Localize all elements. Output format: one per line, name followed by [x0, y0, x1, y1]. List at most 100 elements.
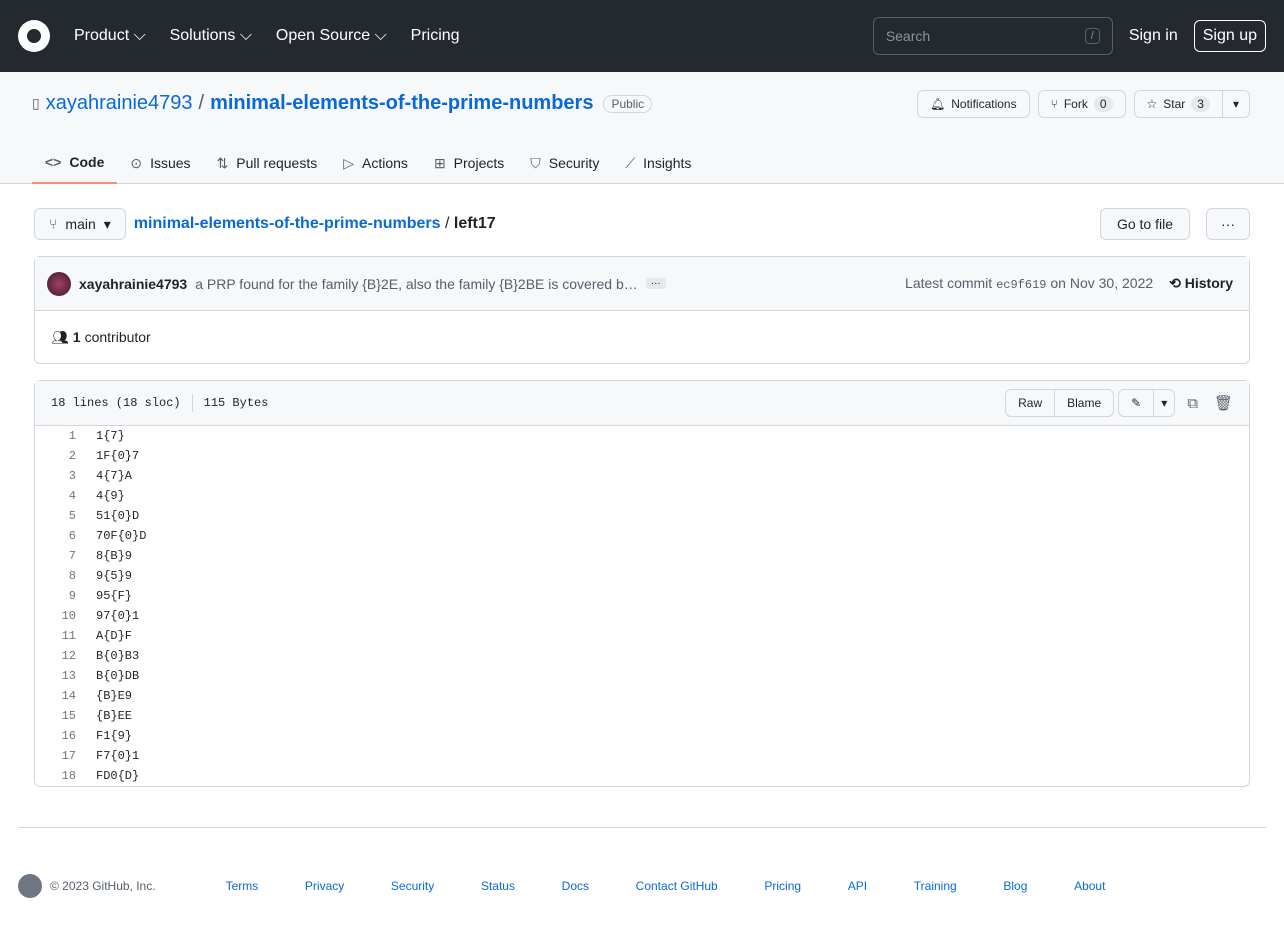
line-number[interactable]: 11 — [35, 629, 76, 643]
avatar[interactable] — [47, 271, 71, 296]
tab-security[interactable]: ⛉ Security — [517, 142, 612, 184]
github-logo-icon[interactable] — [18, 20, 50, 52]
divider — [191, 394, 193, 412]
blame-button[interactable]: Blame — [1055, 389, 1115, 417]
nav-pricing[interactable]: Pricing — [411, 27, 460, 44]
line-content: F1{9} — [96, 729, 133, 743]
tab-code[interactable]: <> Code — [32, 142, 118, 184]
line-number[interactable]: 4 — [35, 489, 76, 503]
star-dropdown-icon[interactable]: ▾ — [1221, 91, 1249, 117]
history-link[interactable]: ⟲ History — [1169, 275, 1233, 292]
line-content: 70F{0}D — [96, 529, 147, 543]
code-line: 8 9{5}9 — [35, 566, 1249, 586]
footer-link[interactable]: Pricing — [764, 879, 801, 893]
nav-open-source[interactable]: Open Source ⌵ — [276, 27, 387, 44]
nav-solutions[interactable]: Solutions ⌵ — [170, 27, 252, 44]
edit-pencil-icon[interactable]: ✎ — [1118, 389, 1155, 417]
code-line: 3 4{7}A — [35, 466, 1249, 486]
bell-icon: 🔔︎ — [930, 97, 946, 111]
go-to-file-button[interactable]: Go to file — [1099, 208, 1190, 240]
code-line: 9 95{F} — [35, 586, 1249, 606]
line-number[interactable]: 3 — [35, 469, 76, 483]
code-line: 15 {B}EE — [35, 706, 1249, 726]
owner-link[interactable]: xayahrainie4793 — [46, 92, 193, 115]
line-number[interactable]: 16 — [35, 729, 76, 743]
footer-link[interactable]: Blog — [1003, 879, 1027, 893]
commit-message[interactable]: a PRP found for the family {B}2E, also t… — [195, 276, 638, 292]
nav-product[interactable]: Product ⌵ — [74, 27, 146, 44]
sign-in-link[interactable]: Sign in — [1129, 27, 1178, 45]
repo-header: ▯ xayahrainie4793/ minimal-elements-of-t… — [0, 72, 1284, 184]
expand-message-button[interactable]: ··· — [645, 278, 666, 289]
more-options-button[interactable]: ··· — [1206, 208, 1250, 240]
line-content: 9{5}9 — [96, 569, 133, 583]
footer-link[interactable]: Privacy — [305, 879, 344, 893]
breadcrumb-repo-link[interactable]: minimal-elements-of-the-prime-numbers — [134, 215, 441, 232]
line-content: 4{7}A — [96, 469, 133, 483]
line-number[interactable]: 1 — [35, 429, 76, 443]
line-number[interactable]: 2 — [35, 449, 76, 463]
tab-actions[interactable]: ▷ Actions — [330, 142, 421, 184]
footer-link[interactable]: Docs — [562, 879, 589, 893]
search-placeholder: Search — [885, 28, 931, 44]
branch-selector[interactable]: ⑂ main ▾ — [34, 208, 126, 240]
trash-icon[interactable]: 🗑︎ — [1214, 394, 1233, 412]
line-number[interactable]: 5 — [35, 509, 76, 523]
sign-up-button[interactable]: Sign up — [1193, 20, 1266, 52]
footer-link[interactable]: About — [1074, 879, 1105, 893]
line-content: 95{F} — [96, 589, 133, 603]
line-number[interactable]: 6 — [35, 529, 76, 543]
line-number[interactable]: 8 — [35, 569, 76, 583]
footer-link[interactable]: Terms — [226, 879, 259, 893]
footer-link[interactable]: Security — [391, 879, 434, 893]
line-number[interactable]: 7 — [35, 549, 76, 563]
notifications-button[interactable]: 🔔︎ Notifications — [917, 90, 1030, 118]
code-line: 17 F7{0}1 — [35, 746, 1249, 766]
fork-button[interactable]: ⑂ Fork 0 — [1037, 90, 1126, 118]
tab-projects[interactable]: ⊞ Projects — [421, 142, 517, 184]
line-number[interactable]: 17 — [35, 749, 76, 763]
history-icon: ⟲ — [1169, 275, 1181, 291]
tab-insights[interactable]: ⟋ Insights — [612, 142, 704, 184]
footer-link[interactable]: API — [848, 879, 867, 893]
copy-icon[interactable]: ⧉ — [1187, 395, 1198, 412]
contributors[interactable]: 👥︎ 1 contributor — [35, 311, 1249, 363]
tab-label: Insights — [643, 155, 692, 171]
line-count: 18 lines (18 sloc) — [51, 396, 181, 410]
branch-name: main — [65, 216, 96, 232]
tab-label: Code — [69, 154, 105, 170]
edit-dropdown-icon[interactable]: ▾ — [1154, 389, 1176, 417]
line-number[interactable]: 15 — [35, 709, 76, 723]
commit-sha[interactable]: ec9f619 — [996, 278, 1046, 292]
line-number[interactable]: 9 — [35, 589, 76, 603]
star-button[interactable]: ☆ Star 3 ▾ — [1133, 90, 1250, 118]
footer-link[interactable]: Training — [914, 879, 957, 893]
line-number[interactable]: 13 — [35, 669, 76, 683]
code-icon: <> — [45, 154, 62, 170]
footer-link[interactable]: Status — [481, 879, 515, 893]
shield-icon: ⛉ — [530, 154, 541, 171]
line-number[interactable]: 14 — [35, 689, 76, 703]
tab-issues[interactable]: ⊙ Issues — [117, 142, 203, 184]
issue-icon: ⊙ — [130, 154, 143, 171]
tab-pull-requests[interactable]: ⇅ Pull requests — [204, 142, 331, 184]
footer-link[interactable]: Contact GitHub — [636, 879, 718, 893]
play-icon: ▷ — [343, 154, 355, 171]
commit-author[interactable]: xayahrainie4793 — [79, 276, 187, 292]
tab-label: Pull requests — [236, 155, 318, 171]
line-content: B{0}DB — [96, 669, 140, 683]
line-number[interactable]: 12 — [35, 649, 76, 663]
github-footer-logo-icon[interactable] — [18, 874, 42, 898]
nav-label: Solutions — [169, 27, 236, 44]
raw-button[interactable]: Raw — [1005, 389, 1056, 417]
repo-name-link[interactable]: minimal-elements-of-the-prime-numbers — [210, 92, 593, 115]
line-number[interactable]: 18 — [35, 769, 76, 783]
separator: / — [444, 215, 450, 232]
line-number[interactable]: 10 — [35, 609, 76, 623]
code-line: 11 A{D}F — [35, 626, 1249, 646]
top-nav: Product ⌵ Solutions ⌵ Open Source ⌵ Pric… — [74, 27, 480, 45]
visibility-badge: Public — [603, 94, 653, 113]
line-content: 1{7} — [96, 429, 125, 443]
code-line: 7 8{B}9 — [35, 546, 1249, 566]
search-input[interactable]: Search / — [872, 17, 1113, 55]
